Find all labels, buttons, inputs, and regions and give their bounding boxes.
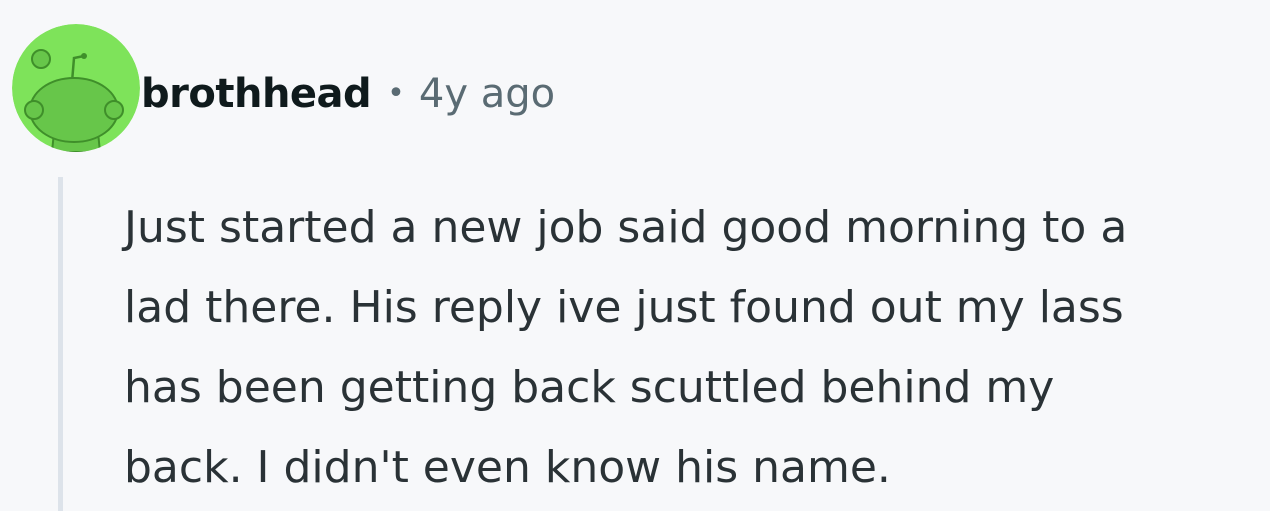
comment-body-line: back. I didn't even know his name. <box>124 442 891 493</box>
snoo-avatar-icon <box>12 24 140 152</box>
comment-body-line: lad there. His reply ive just found out … <box>124 282 1124 333</box>
thread-collapse-line[interactable] <box>58 177 63 511</box>
comment-timestamp[interactable]: 4y ago <box>419 71 555 117</box>
comment-body: Just started a new job said good morning… <box>124 188 1264 508</box>
user-avatar[interactable] <box>12 24 140 152</box>
separator-dot: • <box>387 75 405 111</box>
comment-header: brothhead • 4y ago <box>141 66 555 122</box>
comment-body-line: has been getting back scuttled behind my <box>124 362 1055 413</box>
comment-body-line: Just started a new job said good morning… <box>124 202 1128 253</box>
comment: brothhead • 4y ago Just started a new jo… <box>0 0 1270 511</box>
username-link[interactable]: brothhead <box>141 71 372 117</box>
